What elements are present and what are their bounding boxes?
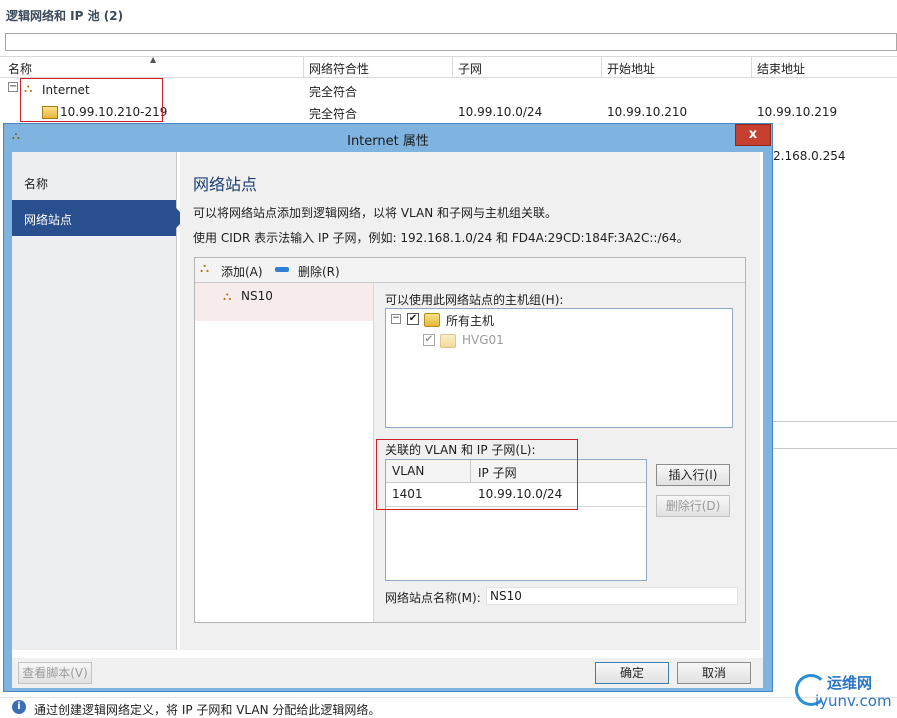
highlight-box — [376, 439, 578, 510]
row-end: 10.99.10.219 — [757, 105, 838, 119]
highlight-box — [20, 78, 163, 122]
status-text: 通过创建逻辑网络定义，将 IP 子网和 VLAN 分配给此逻辑网络。 — [34, 703, 381, 717]
panel-title: 逻辑网络和 IP 池 (2) — [6, 9, 124, 23]
delete-row-button[interactable]: 删除行(D) — [656, 495, 730, 517]
info-icon: i — [12, 700, 26, 714]
watermark-logo: 运维网 iyunv.com — [795, 668, 895, 716]
column-header-subnet[interactable]: 子网 — [458, 60, 482, 77]
watermark-cn: 运维网 — [827, 674, 873, 692]
view-script-button[interactable]: 查看脚本(V) — [18, 662, 92, 684]
site-name-input[interactable]: NS10 — [486, 587, 738, 605]
folder-icon — [424, 313, 440, 327]
cidr-hint-text: 使用 CIDR 表示法输入 IP 子网，例如: 192.168.1.0/24 和… — [193, 231, 689, 245]
divider — [773, 421, 897, 422]
network-site-icon: ⛬ — [223, 289, 232, 303]
row-end-partial: 2.168.0.254 — [773, 149, 846, 163]
row-subnet: 10.99.10.0/24 — [458, 105, 543, 119]
watermark-en: iyunv.com — [815, 692, 892, 710]
cancel-button[interactable]: 取消 — [677, 662, 751, 684]
checkbox-hvg01[interactable]: ✔ — [423, 334, 435, 346]
site-name: NS10 — [241, 289, 273, 303]
site-name-label: 网络站点名称(M): — [385, 591, 481, 605]
delete-button[interactable]: 删除(R) — [298, 263, 340, 280]
checkbox-all-hosts[interactable]: ✔ — [407, 313, 419, 325]
column-header-start[interactable]: 开始地址 — [607, 60, 655, 77]
insert-row-button[interactable]: 插入行(I) — [656, 464, 730, 486]
dialog-titlebar[interactable]: ⛬ Internet 属性 x — [4, 124, 772, 150]
column-header-end[interactable]: 结束地址 — [757, 60, 805, 77]
status-bar: i 通过创建逻辑网络定义，将 IP 子网和 VLAN 分配给此逻辑网络。 — [0, 697, 897, 718]
table-header: ▲ 名称 网络符合性 子网 开始地址 结束地址 — [0, 55, 897, 78]
toolbar: ⛬ 添加(A) 删除(R) — [195, 258, 745, 283]
host-groups-label: 可以使用此网络站点的主机组(H): — [385, 293, 564, 307]
close-button[interactable]: x — [735, 124, 771, 146]
description-text: 可以将网络站点添加到逻辑网络，以将 VLAN 和子网与主机组关联。 — [193, 206, 557, 220]
filter-input[interactable] — [5, 33, 897, 51]
row-compliance: 完全符合 — [309, 107, 358, 121]
dialog-body: 名称 网络站点 网络站点 可以将网络站点添加到逻辑网络，以将 VLAN 和子网与… — [12, 152, 763, 658]
divider — [773, 448, 897, 449]
add-button[interactable]: 添加(A) — [221, 263, 263, 280]
row-start: 10.99.10.210 — [607, 105, 688, 119]
collapse-icon[interactable]: − — [391, 314, 401, 324]
tree-item-label: HVG01 — [462, 333, 504, 347]
page-title: 网络站点 — [193, 175, 258, 194]
properties-dialog: ⛬ Internet 属性 x 名称 网络站点 网络站点 可以将网络站点添加到逻… — [3, 123, 773, 692]
dialog-footer: 查看脚本(V) 确定 取消 — [12, 658, 763, 688]
folder-icon — [440, 334, 456, 348]
row-compliance: 完全符合 — [309, 85, 358, 99]
collapse-icon[interactable]: − — [8, 82, 18, 92]
ok-button[interactable]: 确定 — [595, 662, 669, 684]
tree-item-label: 所有主机 — [446, 314, 495, 328]
add-network-icon: ⛬ — [200, 261, 210, 276]
content-pane: 网络站点 可以将网络站点添加到逻辑网络，以将 VLAN 和子网与主机组关联。 使… — [180, 152, 760, 650]
dialog-title: Internet 属性 — [347, 134, 429, 149]
column-header-name[interactable]: 名称 — [8, 60, 32, 77]
site-list: ⛬ NS10 — [195, 283, 374, 622]
dialog-nav: 名称 网络站点 — [12, 152, 186, 650]
nav-item-network-sites[interactable]: 网络站点 — [12, 200, 186, 236]
column-header-compliance[interactable]: 网络符合性 — [309, 60, 369, 77]
host-group-tree: − ✔ 所有主机 ✔ HVG01 — [385, 308, 733, 428]
nav-item-name[interactable]: 名称 — [12, 164, 176, 200]
list-item[interactable]: ⛬ NS10 — [195, 283, 373, 321]
delete-icon — [275, 267, 289, 272]
sort-arrow-icon: ▲ — [150, 55, 157, 64]
